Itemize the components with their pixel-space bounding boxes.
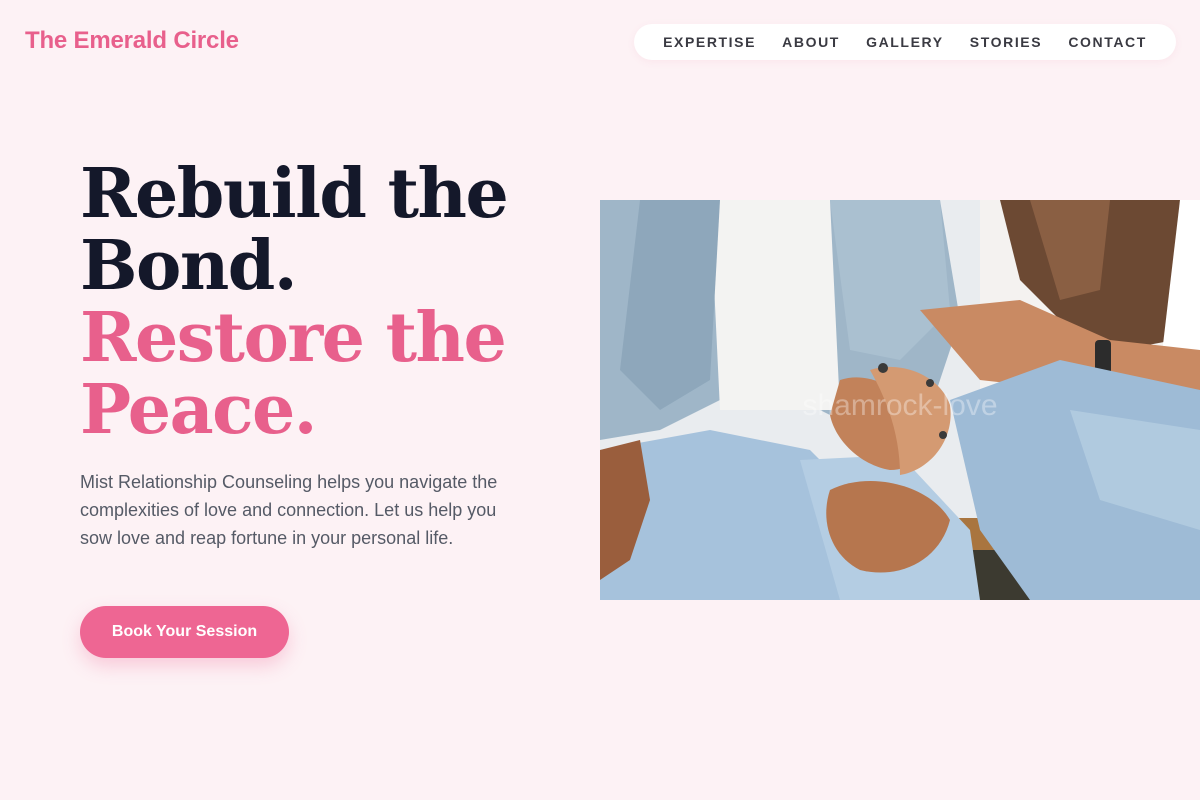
nav-item-contact[interactable]: CONTACT (1068, 34, 1147, 50)
main-nav: EXPERTISE ABOUT GALLERY STORIES CONTACT (634, 24, 1176, 60)
headline-line-4: Peace. (80, 370, 317, 450)
headline-line-2: Bond. (80, 226, 298, 306)
headline-line-3: Restore the (80, 298, 507, 378)
book-session-button[interactable]: Book Your Session (80, 606, 289, 658)
hero-photo: shamrock-love (600, 200, 1200, 600)
headline-line-1: Rebuild the (80, 154, 509, 234)
hero-intro-text: Mist Relationship Counseling helps you n… (80, 472, 498, 548)
page: The Emerald Circle EXPERTISE ABOUT GALLE… (0, 0, 1200, 800)
nav-item-stories[interactable]: STORIES (970, 34, 1042, 50)
nav-item-about[interactable]: ABOUT (782, 34, 840, 50)
hero-photo-illustration: shamrock-love (600, 200, 1200, 600)
photo-watermark: shamrock-love (802, 389, 997, 422)
nav-item-gallery[interactable]: GALLERY (866, 34, 944, 50)
brand-logo-text[interactable]: The Emerald Circle (25, 27, 239, 55)
nav-item-expertise[interactable]: EXPERTISE (663, 34, 756, 50)
hero-headline: Rebuild the Bond. Restore the Peace. (80, 158, 580, 446)
